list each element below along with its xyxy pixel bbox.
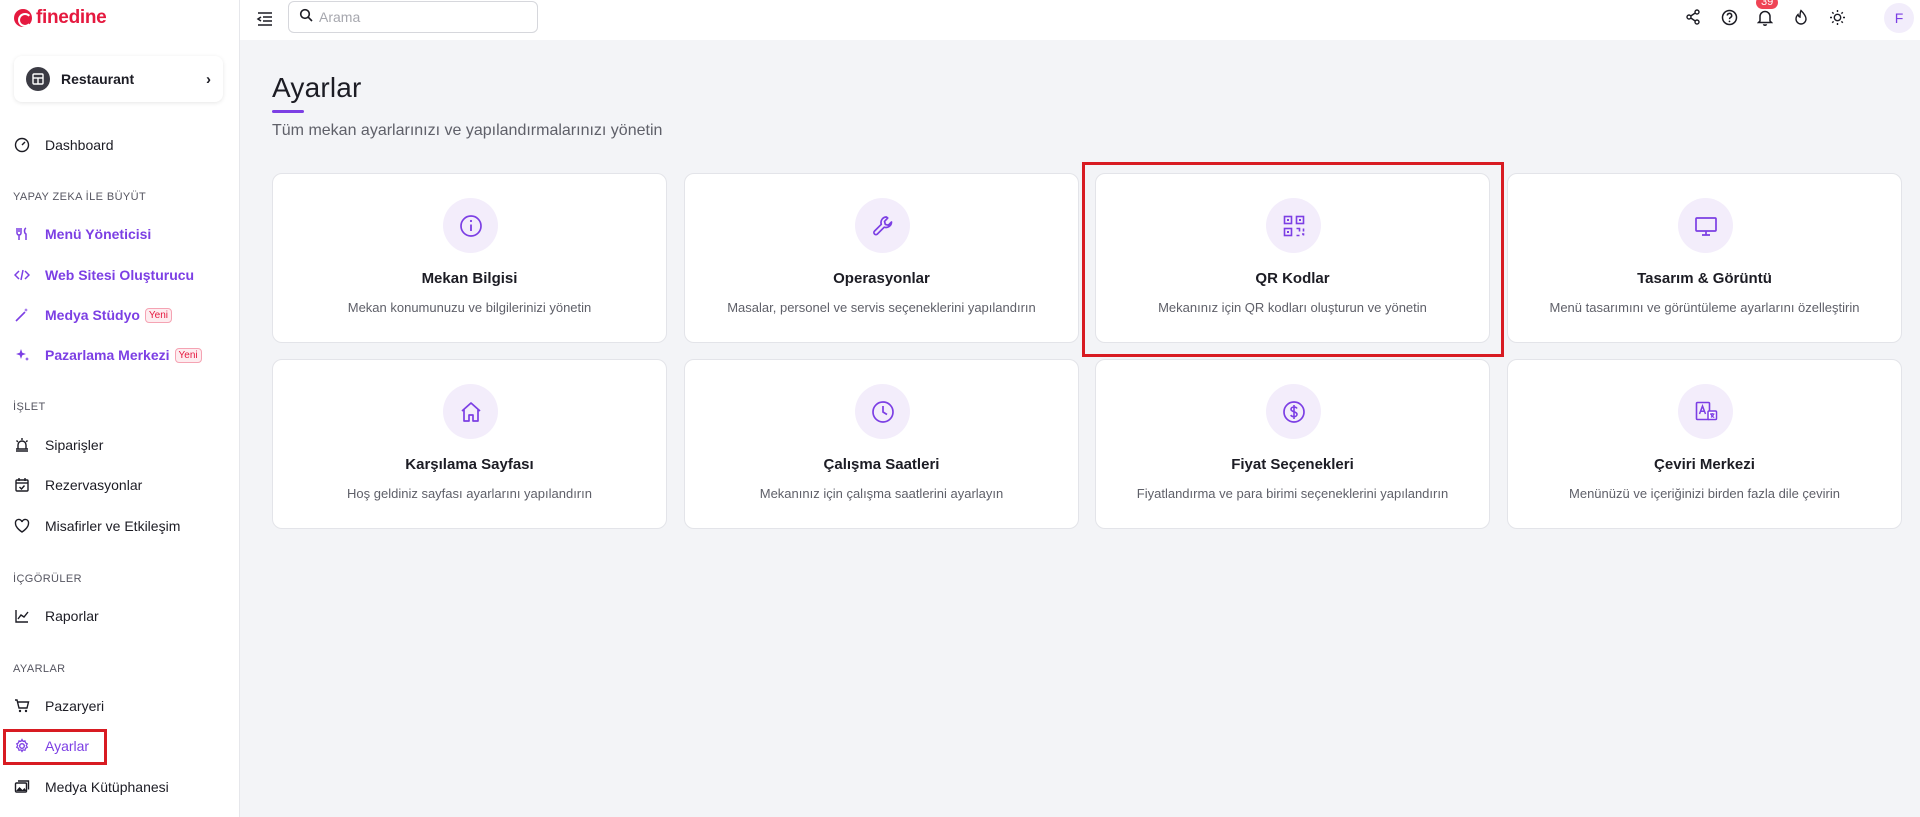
sidebar-item-orders[interactable]: Siparişler xyxy=(0,429,240,461)
sidebar-item-website-builder[interactable]: Web Sitesi Oluşturucu xyxy=(0,259,240,291)
card-title: Çalışma Saatleri xyxy=(823,456,940,473)
chart-line-icon xyxy=(13,607,31,625)
notification-count-badge: 39 xyxy=(1756,0,1779,9)
gauge-icon xyxy=(13,136,31,154)
sidebar-item-media-library[interactable]: Medya Kütüphanesi xyxy=(0,771,240,803)
brand-name: finedine xyxy=(36,7,107,28)
search-icon xyxy=(299,8,313,27)
highlight-box-qr-codes xyxy=(1082,162,1504,357)
settings-card-design-display[interactable]: Tasarım & Görüntü Menü tasarımını ve gör… xyxy=(1507,173,1902,343)
settings-card-venue-info[interactable]: Mekan Bilgisi Mekan konumunuzu ve bilgil… xyxy=(272,173,667,343)
wrench-icon xyxy=(855,198,910,253)
card-title: Operasyonlar xyxy=(833,270,930,287)
sidebar-item-marketplace[interactable]: Pazaryeri xyxy=(0,690,240,722)
new-badge: Yeni xyxy=(144,307,173,323)
venue-name: Restaurant xyxy=(61,71,135,87)
sidebar: finedine Restaurant › Dashboard YAPAY ZE… xyxy=(0,0,240,817)
bell-alarm-icon xyxy=(13,436,31,454)
brand-logo-icon xyxy=(14,9,32,27)
title-underline xyxy=(272,110,304,113)
sidebar-item-guests[interactable]: Misafirler ve Etkileşim xyxy=(0,510,240,542)
calendar-check-icon xyxy=(13,476,31,494)
card-description: Menü tasarımını ve görüntüleme ayarların… xyxy=(1549,300,1860,315)
translate-icon xyxy=(1678,384,1733,439)
sidebar-item-marketing-center[interactable]: Pazarlama Merkezi Yeni xyxy=(0,339,240,371)
page-title: Ayarlar xyxy=(272,72,362,103)
section-heading-insights: İÇGÖRÜLER xyxy=(13,573,82,585)
page-subtitle: Tüm mekan ayarlarınızı ve yapılandırmala… xyxy=(272,122,663,139)
flame-icon[interactable] xyxy=(1790,6,1812,28)
card-description: Fiyatlandırma ve para birimi seçenekleri… xyxy=(1136,486,1449,501)
chevron-right-icon: › xyxy=(206,70,211,88)
clock-icon xyxy=(855,384,910,439)
info-icon xyxy=(443,198,498,253)
sidebar-item-label: Siparişler xyxy=(45,437,104,453)
magic-wand-icon xyxy=(13,306,31,324)
sidebar-item-label: Dashboard xyxy=(45,137,114,153)
card-title: Çeviri Merkezi xyxy=(1654,456,1755,473)
card-description: Hoş geldiniz sayfası ayarlarını yapıland… xyxy=(347,486,592,501)
card-title: Karşılama Sayfası xyxy=(405,456,534,473)
card-description: Masalar, personel ve servis seçeneklerin… xyxy=(727,300,1036,315)
search-input[interactable] xyxy=(319,9,519,25)
sparkle-icon xyxy=(13,346,31,364)
store-icon xyxy=(26,67,50,91)
notification-bell-icon[interactable] xyxy=(1754,6,1776,28)
settings-card-translation-center[interactable]: Çeviri Merkezi Menünüzü ve içeriğinizi b… xyxy=(1507,359,1902,529)
card-description: Mekanınız için çalışma saatlerini ayarla… xyxy=(759,486,1004,501)
user-avatar[interactable]: F xyxy=(1884,3,1914,33)
brand-logo[interactable]: finedine xyxy=(14,7,107,29)
settings-card-welcome-page[interactable]: Karşılama Sayfası Hoş geldiniz sayfası a… xyxy=(272,359,667,529)
sidebar-item-label: Web Sitesi Oluşturucu xyxy=(45,267,195,283)
sun-theme-icon[interactable] xyxy=(1826,6,1848,28)
help-icon[interactable] xyxy=(1718,6,1740,28)
sidebar-item-menu-manager[interactable]: Menü Yöneticisi xyxy=(0,218,240,250)
images-icon xyxy=(13,778,31,796)
menu-toggle-icon[interactable] xyxy=(256,10,274,28)
card-title: Fiyat Seçenekleri xyxy=(1231,456,1354,473)
new-badge: Yeni xyxy=(174,347,202,363)
search-box[interactable] xyxy=(288,1,538,33)
sidebar-item-media-studio[interactable]: Medya Stüdyo Yeni xyxy=(0,299,240,331)
monitor-icon xyxy=(1678,198,1733,253)
sidebar-item-label: Raporlar xyxy=(45,608,99,624)
card-title: Tasarım & Görüntü xyxy=(1637,270,1772,287)
sidebar-item-label: Rezervasyonlar xyxy=(45,477,143,493)
section-heading-operate: İŞLET xyxy=(13,401,46,413)
settings-card-price-options[interactable]: Fiyat Seçenekleri Fiyatlandırma ve para … xyxy=(1095,359,1490,529)
section-heading-ai: YAPAY ZEKA İLE BÜYÜT xyxy=(13,191,147,203)
sidebar-item-label: Pazarlama Merkezi xyxy=(45,347,170,363)
card-description: Mekan konumunuzu ve bilgilerinizi yöneti… xyxy=(347,300,592,315)
highlight-box-settings xyxy=(3,729,107,765)
home-icon xyxy=(443,384,498,439)
sidebar-item-label: Misafirler ve Etkileşim xyxy=(45,518,181,534)
heart-icon xyxy=(13,517,31,535)
card-title: Mekan Bilgisi xyxy=(421,270,518,287)
dollar-circle-icon xyxy=(1266,384,1321,439)
sidebar-item-label: Pazaryeri xyxy=(45,698,105,714)
share-icon[interactable] xyxy=(1682,6,1704,28)
cart-icon xyxy=(13,697,31,715)
sidebar-item-dashboard[interactable]: Dashboard xyxy=(0,129,240,161)
sidebar-item-reports[interactable]: Raporlar xyxy=(0,600,240,632)
sidebar-item-label: Medya Kütüphanesi xyxy=(45,779,169,795)
fork-knife-icon xyxy=(13,225,31,243)
section-heading-settings: AYARLAR xyxy=(13,663,66,675)
sidebar-item-label: Menü Yöneticisi xyxy=(45,226,152,242)
sidebar-item-label: Medya Stüdyo xyxy=(45,307,140,323)
card-description: Menünüzü ve içeriğinizi birden fazla dil… xyxy=(1569,486,1840,501)
settings-card-working-hours[interactable]: Çalışma Saatleri Mekanınız için çalışma … xyxy=(684,359,1079,529)
top-bar: 39 F xyxy=(240,0,1920,40)
code-icon xyxy=(13,266,31,284)
settings-card-operations[interactable]: Operasyonlar Masalar, personel ve servis… xyxy=(684,173,1079,343)
sidebar-item-reservations[interactable]: Rezervasyonlar xyxy=(0,469,240,501)
venue-selector[interactable]: Restaurant › xyxy=(14,56,223,102)
